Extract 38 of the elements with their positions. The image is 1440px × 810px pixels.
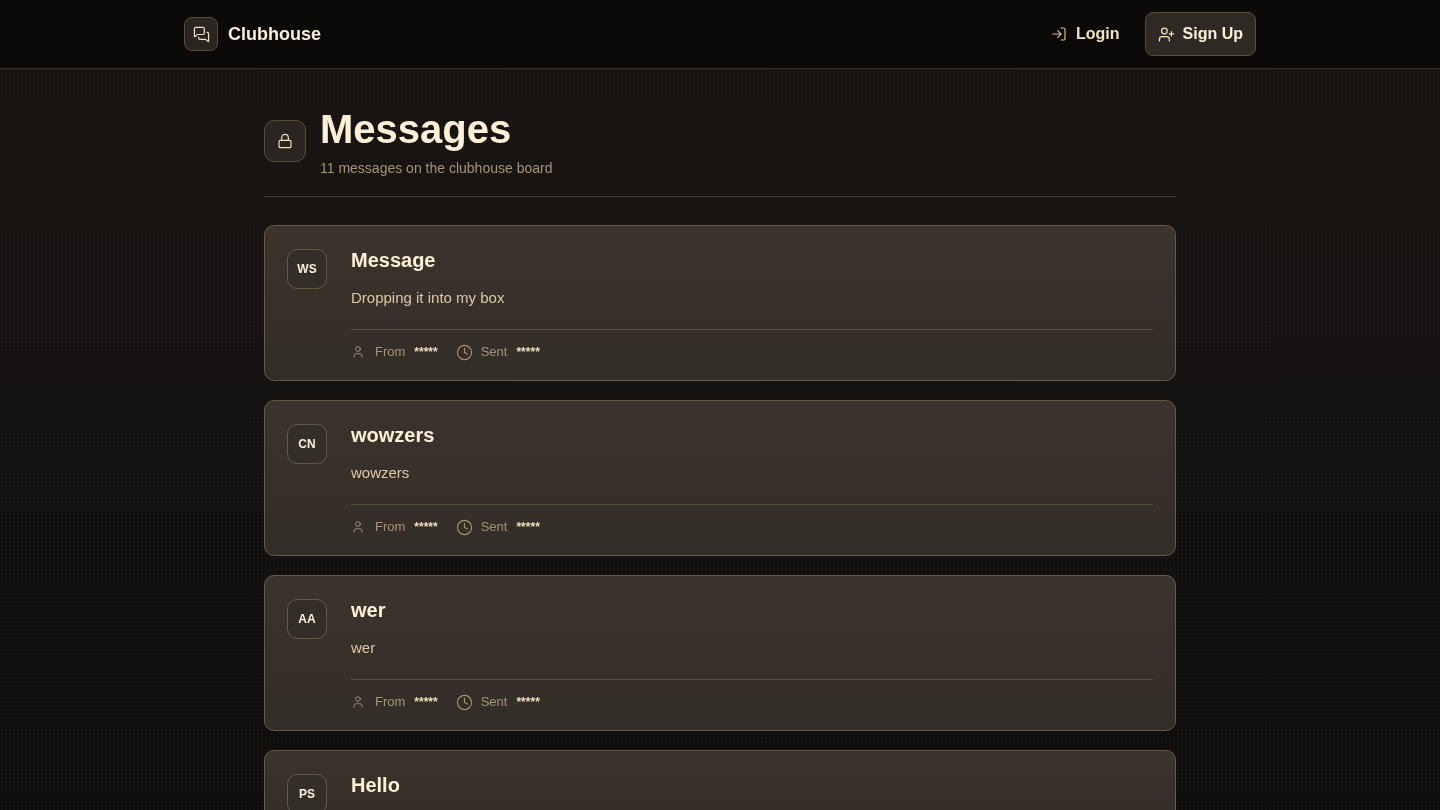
brand-name: Clubhouse: [228, 23, 321, 45]
sign-up-button[interactable]: Sign Up: [1144, 12, 1256, 56]
page-title: Messages: [320, 106, 512, 153]
clock-icon: [455, 343, 473, 361]
user-icon: [351, 695, 365, 709]
user-initials: PS: [287, 774, 327, 810]
user-initials: WS: [287, 249, 327, 289]
meta-value: *****: [516, 519, 540, 536]
user-icon: [351, 345, 365, 359]
message-body: wowzers: [351, 463, 410, 483]
lock-icon: [264, 120, 306, 162]
meta-value: *****: [414, 694, 438, 711]
meta-label: Sent: [480, 518, 508, 536]
meta-label: Sent: [480, 343, 508, 361]
message-title: Message: [351, 248, 436, 272]
user-icon: [351, 520, 365, 534]
user-initials: AA: [287, 599, 327, 639]
message-body: wer: [351, 638, 376, 658]
login-icon: [1051, 26, 1067, 42]
meta-value: *****: [414, 519, 438, 536]
user-initials: CN: [287, 424, 327, 464]
message-body: Dropping it into my box: [351, 288, 505, 308]
chat-bubbles-icon: [184, 17, 218, 51]
user-plus-icon: [1157, 25, 1175, 43]
meta-label: From: [375, 343, 406, 361]
clock-icon: [455, 518, 473, 536]
login-link[interactable]: Login: [1039, 12, 1132, 56]
page-subtitle: 11 messages on the clubhouse board: [320, 159, 553, 177]
message-title: Hello: [351, 773, 400, 797]
meta-value: *****: [414, 344, 438, 361]
meta-label: From: [375, 693, 406, 711]
meta-label: From: [375, 518, 406, 536]
message-title: wer: [351, 598, 386, 622]
message-title: wowzers: [351, 423, 435, 447]
clock-icon: [455, 693, 473, 711]
meta-value: *****: [516, 694, 540, 711]
meta-value: *****: [516, 344, 540, 361]
meta-label: Sent: [480, 693, 508, 711]
